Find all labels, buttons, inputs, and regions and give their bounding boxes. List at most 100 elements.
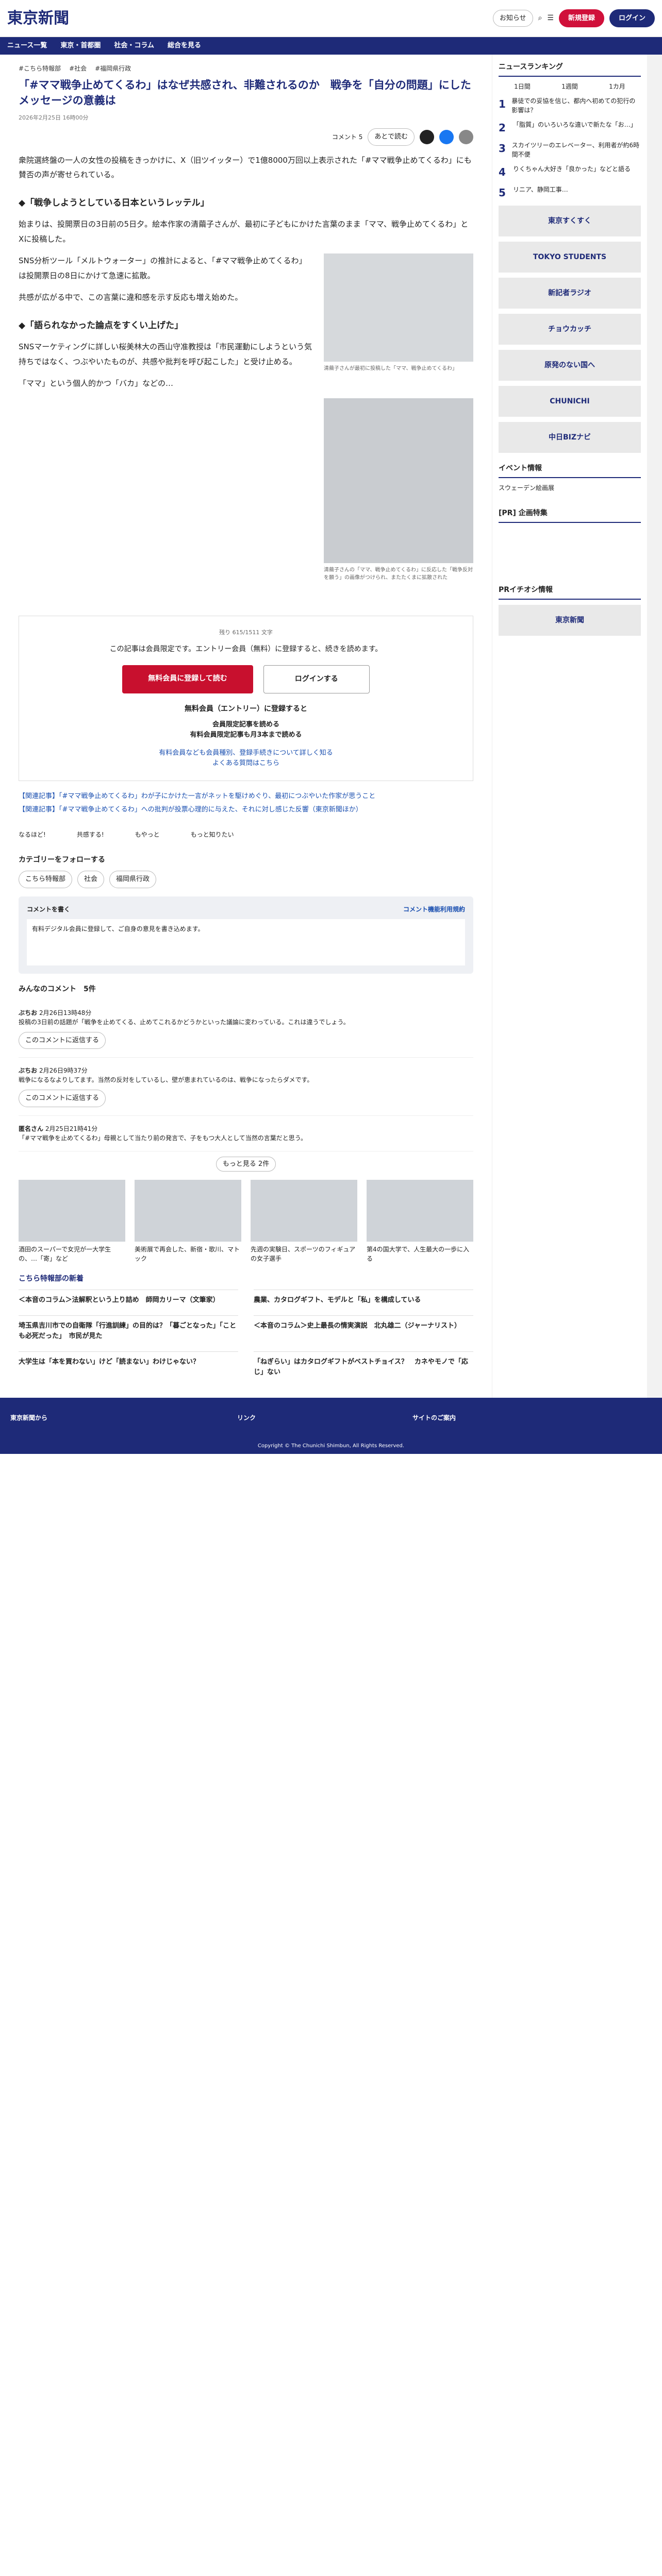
sidebar-banner[interactable]: CHUNICHI [499,386,641,417]
card-thumbnail [251,1179,357,1242]
comment-item: 匿名さん 2月25日21時41分 「#ママ戦争を止めてくるわ」母親として当たり前… [19,1116,473,1151]
ranking-item[interactable]: 4 りくちゃん大好き「良かった」などと語る [499,164,641,180]
remaining-count: 残り 615/1511 文字 [219,629,273,636]
sidebar-banner[interactable]: 新記者ラジオ [499,278,641,309]
card-title: 美術展で再会した、新宿・歌川、マトック [135,1245,240,1262]
header: 東京新聞 お知らせ ⌕ ☰ 新規登録 ログイン [0,0,662,37]
login-button[interactable]: ログイン [609,9,655,28]
reaction-button[interactable]: 共感する! [77,830,104,839]
ranking-tab[interactable]: 1週間 [561,82,578,91]
nav-item[interactable]: 社会・コラム [114,41,154,51]
comment-item: ぶちお 2月26日13時48分 投稿の3日前の話題が「戦争を止めてくる、止めてこ… [19,1000,473,1058]
event-item[interactable]: スウェーデン絵画展 [499,483,641,493]
related-link[interactable]: 【関連記事】「#ママ戦争止めてくるわ」への批判が投票心理的に与えた、それに対し感… [19,805,473,815]
article-photo[interactable] [324,253,473,362]
site-logo[interactable]: 東京新聞 [7,7,121,30]
ranking-item[interactable]: 1 暴徒での妥協を信じ、都内へ初めての犯行の影響は？ [499,96,641,115]
sidebar-banner[interactable]: 東京すくすく [499,206,641,236]
ranking-title: 「脂質」のいろいろな違いで新たな「お…」 [513,121,637,128]
follow-tag[interactable]: 福岡県行政 [109,871,157,888]
benefit-item: 有料会員限定記事も月3本まで読める [190,731,302,739]
tag[interactable]: #福岡県行政 [95,64,131,73]
comment-date: 2月26日9時37分 [39,1067,88,1075]
follow-tag[interactable]: 社会 [77,871,105,888]
ranking-item[interactable]: 3 スカイツリーのエレベーター、利用者が約6時間不便 [499,141,641,159]
photo-card[interactable]: 第4の国大学で、人生最大の一歩に入る [367,1179,473,1263]
ranking-item[interactable]: 5 リニア、静岡工事… [499,185,641,200]
ranking-title: スカイツリーのエレベーター、利用者が約6時間不便 [511,142,640,158]
nav-item[interactable]: 総合を見る [168,41,201,51]
register-free-button[interactable]: 無料会員に登録して読む [122,665,253,694]
more-comments-button[interactable]: もっと見る 2件 [216,1156,276,1172]
footer-col: サイトのご案内 [412,1414,456,1422]
article-photo[interactable] [324,398,473,563]
tag-list: #こちら特報部 #社会 #福岡県行政 [19,55,473,77]
reaction-button[interactable]: もやっと [135,830,160,839]
paragraph: 「ママ」という個人的かつ「バカ」などの… [19,379,174,388]
notice-button[interactable]: お知らせ [492,9,533,27]
photo-caption: 清繭子さんが最初に投稿した「ママ、戦争止めてくるわ」 [324,366,457,372]
reaction-button[interactable]: なるほど! [19,830,46,839]
faq-link[interactable]: よくある質問はこちら [31,758,460,769]
footer-col: リンク [237,1414,256,1422]
ranking-item[interactable]: 2 「脂質」のいろいろな違いで新たな「お…」 [499,120,641,135]
comment-input[interactable]: 有料デジタル会員に登録して、ご自身の意見を書き込めます。 [27,919,465,965]
comment-date: 2月26日13時48分 [39,1009,92,1016]
reaction-button[interactable]: もっと知りたい [191,830,234,839]
nav-item[interactable]: ニュース一覧 [7,41,47,51]
benefits-title: 無料会員（エントリー）に登録すると [185,705,307,714]
save-button[interactable]: あとで読む [368,128,415,146]
membership-link[interactable]: 有料会員なども会員種別、登録手続きについて詳しく知る [31,748,460,758]
news-item[interactable]: ＜本音のコラム＞法解釈という上り詰め 師岡カリーマ（文筆家） [19,1289,238,1306]
comment-compose: コメントを書く コメント機能利用規約 有料デジタル会員に登録して、ご自身の意見を… [19,896,473,974]
menu-icon[interactable]: ☰ [547,13,554,24]
section-heading: ◆「戦争しようとしている日本というレッテル」 [19,197,209,208]
facebook-share-icon[interactable] [439,130,454,145]
tag[interactable]: #こちら特報部 [19,64,61,73]
article-main: #こちら特報部 #社会 #福岡県行政 「#ママ戦争止めてくるわ」はなぜ共感され、… [0,55,492,1398]
news-item[interactable]: 農業、カタログギフト、モデルと「私」を構成している [254,1289,473,1306]
reply-button[interactable]: このコメントに返信する [19,1090,106,1107]
nav-item[interactable]: 東京・首都圏 [60,41,101,51]
tag[interactable]: #社会 [69,64,87,73]
sidebar-banner[interactable]: チョウカッチ [499,314,641,345]
ranking-tab[interactable]: 1日間 [514,82,531,91]
card-title: 酒田のスーパーで女児が一大学生の、…「寄」など [19,1245,111,1262]
photo-card[interactable]: 先週の実験日、スポーツのフィギュアの女子選手 [251,1179,357,1263]
sidebar-banner[interactable]: TOKYO STUDENTS [499,242,641,273]
news-item[interactable]: 「ねぎらい」はカタログギフトがベストチョイス？ カネやモノで「応じ」ない [254,1351,473,1377]
comment-rules-link[interactable]: コメント機能利用規約 [403,905,465,914]
ranking-tab[interactable]: 1カ月 [609,82,625,91]
search-icon[interactable]: ⌕ [538,13,542,24]
card-thumbnail [367,1179,473,1242]
sidebar-banner[interactable]: 中日BIZナビ [499,422,641,453]
paywall-message: この記事は会員限定です。エントリー会員（無料）に登録すると、続きを読めます。 [109,645,383,654]
comment-text: 戦争になるなよりしてます。当然の反対をしているし、壁が恵まれているのは、戦争にな… [19,1076,313,1084]
photo-card[interactable]: 酒田のスーパーで女児が一大学生の、…「寄」など [19,1179,125,1263]
paywall-login-button[interactable]: ログインする [263,665,370,694]
comment-count-button[interactable]: コメント 5 [332,132,362,142]
follow-tag[interactable]: こちら特報部 [19,871,73,888]
news-item[interactable]: 大学生は「本を買わない」けど「読まない」わけじゃない？ [19,1351,238,1377]
register-button[interactable]: 新規登録 [558,9,604,28]
card-title: 先週の実験日、スポーツのフィギュアの女子選手 [251,1245,356,1262]
news-item[interactable]: ＜本音のコラム＞史上最長の情実演説 北丸雄二（ジャーナリスト） [254,1315,473,1341]
news-item[interactable]: 埼玉県吉川市での自衛隊「行進訓練」の目的は？「暮ごとなった」「ことも必死だった」… [19,1315,238,1341]
related-link[interactable]: 【関連記事】「#ママ戦争止めてくるわ」わが子にかけた一言がネットを駆けめぐり、最… [19,791,473,802]
comment-user: ぶちお [19,1009,38,1016]
reactions: なるほど! 共感する! もやっと もっと知りたい [19,830,473,839]
reply-button[interactable]: このコメントに返信する [19,1031,106,1049]
comment-date: 2月25日21時41分 [45,1125,98,1132]
x-share-icon[interactable] [420,130,434,145]
comments-heading: みんなのコメント 5件 [19,985,96,993]
photo-card[interactable]: 美術展で再会した、新宿・歌川、マトック [135,1179,241,1263]
sidebar-banner[interactable]: 原発のない国へ [499,350,641,381]
paragraph: 始まりは、投開票日の3日前の5日夕。絵本作家の清繭子さんが、最初に子どもにかけた… [19,219,469,244]
pr-pick-heading: PRイチオシ情報 [499,585,641,600]
comment-item: ぶちお 2月26日9時37分 戦争になるなよりしてます。当然の反対をしているし、… [19,1058,473,1116]
share-icon[interactable] [459,130,473,145]
benefit-item: 会員限定記事を読める [212,721,279,729]
photo-grid: 酒田のスーパーで女児が一大学生の、…「寄」など 美術展で再会した、新宿・歌川、マ… [19,1179,473,1263]
article-toolbar: コメント 5 あとで読む [19,128,473,146]
sidebar-banner[interactable]: 東京新聞 [499,605,641,636]
